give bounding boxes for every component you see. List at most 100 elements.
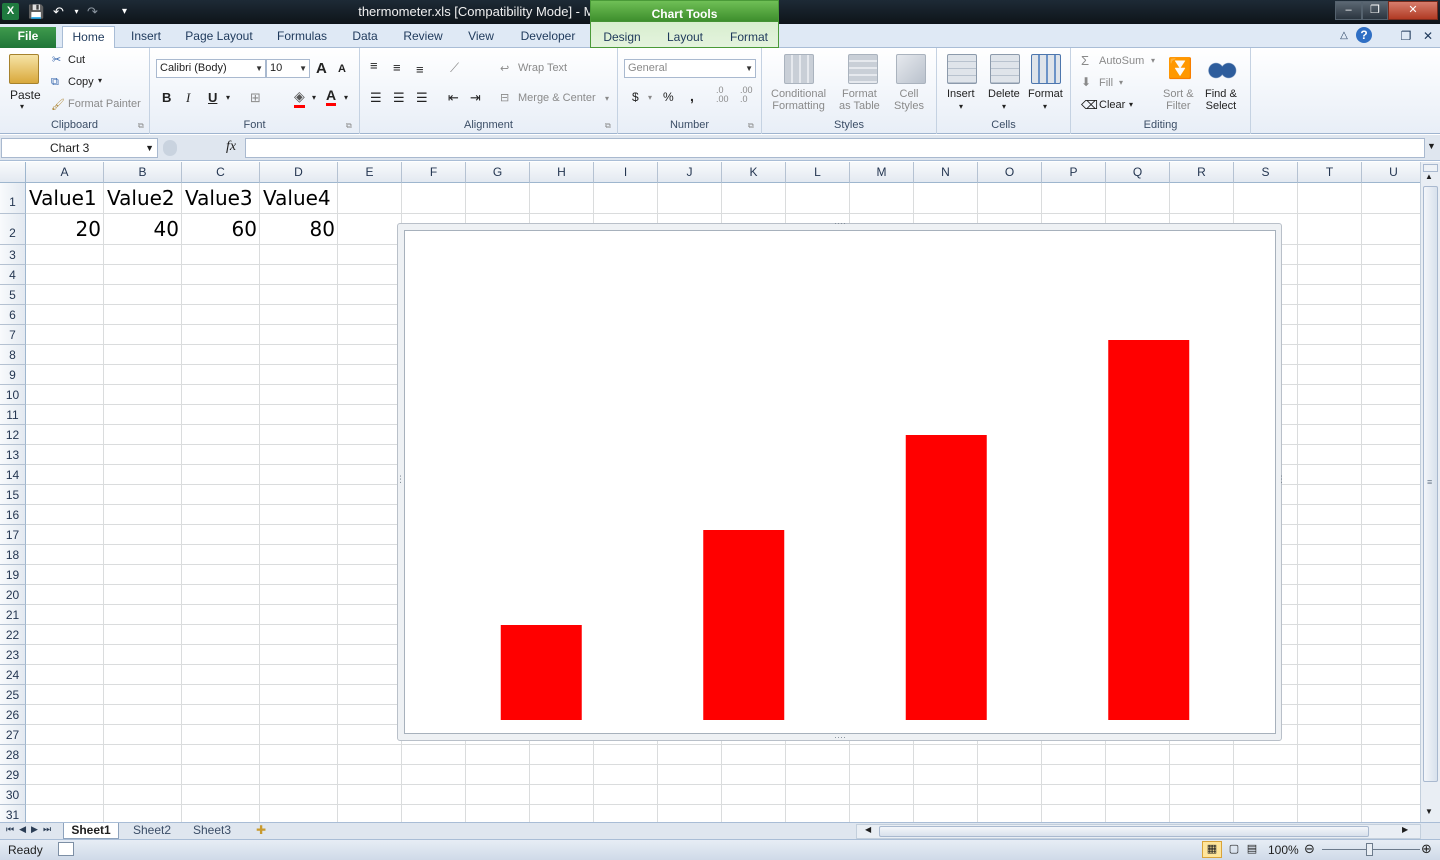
row-header-16[interactable]: 16 [0, 505, 26, 525]
row-header-23[interactable]: 23 [0, 645, 26, 665]
vertical-scroll-thumb[interactable]: ≡ [1423, 186, 1438, 782]
column-header-n[interactable]: N [914, 162, 978, 183]
row-header-6[interactable]: 6 [0, 305, 26, 325]
column-header-u[interactable]: U [1362, 162, 1420, 183]
sheet-tab-1[interactable]: Sheet1 [63, 823, 119, 839]
align-top-icon[interactable]: ≡ [370, 58, 378, 73]
column-header-g[interactable]: G [466, 162, 530, 183]
cell-styles-button[interactable]: Cell Styles [894, 88, 924, 112]
cell-c1[interactable]: Value3 [185, 186, 253, 210]
paste-dropdown-icon[interactable]: ▾ [20, 102, 24, 111]
chart-area[interactable] [404, 230, 1276, 734]
column-header-h[interactable]: H [530, 162, 594, 183]
close-button[interactable]: ✕ [1388, 1, 1438, 20]
chart-bar-value1[interactable] [500, 625, 582, 720]
insert-cells-icon[interactable] [947, 54, 977, 84]
conditional-formatting-icon[interactable] [784, 54, 814, 84]
scroll-down-icon[interactable]: ▼ [1425, 807, 1433, 816]
increase-indent-icon[interactable]: ⇥ [470, 90, 481, 106]
format-cells-button[interactable]: Format [1028, 88, 1063, 100]
number-format-dropdown-icon[interactable]: ▼ [745, 60, 753, 77]
normal-view-icon[interactable]: ▦ [1202, 841, 1222, 858]
row-header-27[interactable]: 27 [0, 725, 26, 745]
delete-cells-icon[interactable] [990, 54, 1020, 84]
delete-cells-button[interactable]: Delete [988, 88, 1020, 100]
sort-filter-button[interactable]: Sort & Filter [1163, 88, 1194, 112]
column-header-r[interactable]: R [1170, 162, 1234, 183]
zoom-out-icon[interactable]: ⊖ [1304, 841, 1315, 857]
font-size-dropdown-icon[interactable]: ▼ [299, 60, 307, 77]
autosum-button[interactable]: AutoSum [1099, 55, 1144, 67]
fill-dropdown-icon[interactable]: ▾ [1119, 78, 1123, 87]
cell-a1[interactable]: Value1 [29, 186, 97, 210]
row-header-28[interactable]: 28 [0, 745, 26, 765]
cell-b2[interactable]: 40 [105, 217, 179, 241]
shrink-font-button[interactable]: A [338, 63, 346, 75]
workbook-restore-icon[interactable]: ❐ [1398, 29, 1414, 48]
zoom-level[interactable]: 100% [1268, 843, 1299, 857]
name-box[interactable]: Chart 3 ▼ [1, 138, 158, 158]
font-color-icon[interactable]: A [326, 88, 337, 106]
macro-record-icon[interactable] [58, 842, 74, 856]
cell-c2[interactable]: 60 [183, 217, 257, 241]
copy-button[interactable]: Copy [68, 76, 94, 88]
scroll-up-icon[interactable]: ▲ [1425, 172, 1433, 181]
select-all-corner[interactable] [0, 162, 26, 183]
formula-input[interactable] [245, 138, 1425, 158]
delete-dropdown-icon[interactable]: ▾ [1002, 102, 1006, 111]
row-header-20[interactable]: 20 [0, 585, 26, 605]
merge-dropdown-icon[interactable]: ▾ [605, 94, 609, 103]
column-header-m[interactable]: M [850, 162, 914, 183]
chart-bar-value4[interactable] [1108, 340, 1190, 720]
chart-bar-value3[interactable] [905, 435, 987, 720]
column-header-j[interactable]: J [658, 162, 722, 183]
align-right-icon[interactable]: ☰ [416, 90, 428, 106]
column-header-e[interactable]: E [338, 162, 402, 183]
column-header-i[interactable]: I [594, 162, 658, 183]
sheet-tab-2[interactable]: Sheet2 [124, 823, 180, 839]
conditional-formatting-button[interactable]: Conditional Formatting [771, 88, 826, 112]
row-header-10[interactable]: 10 [0, 385, 26, 405]
column-header-k[interactable]: K [722, 162, 786, 183]
autosum-dropdown-icon[interactable]: ▾ [1151, 56, 1155, 65]
chart-bar-value2[interactable] [703, 530, 785, 720]
page-break-view-icon[interactable]: ▤ [1244, 842, 1260, 855]
orientation-icon[interactable]: ⟋ [450, 60, 459, 76]
sort-filter-icon[interactable]: ⏬ [1165, 54, 1195, 84]
tab-formulas[interactable]: Formulas [272, 29, 332, 48]
vertical-scrollbar[interactable]: ▲ ≡ ▼ [1420, 162, 1440, 822]
row-header-2[interactable]: 2 [0, 214, 26, 245]
expand-formula-bar-icon[interactable]: ▼ [1427, 141, 1436, 151]
align-left-icon[interactable]: ☰ [370, 90, 382, 106]
currency-dropdown-icon[interactable]: ▾ [648, 93, 652, 102]
row-header-1[interactable]: 1 [0, 183, 26, 214]
cut-button[interactable]: Cut [68, 54, 85, 66]
fill-color-icon[interactable]: ◈ [294, 88, 305, 108]
borders-icon[interactable]: ⊞ [250, 90, 261, 106]
minimize-button[interactable]: – [1335, 1, 1362, 20]
column-header-q[interactable]: Q [1106, 162, 1170, 183]
paste-icon[interactable] [9, 54, 39, 84]
percent-button[interactable]: % [663, 90, 674, 104]
split-box-icon[interactable] [1423, 164, 1438, 172]
tab-view[interactable]: View [460, 29, 502, 48]
formula-bar-handle-icon[interactable] [163, 140, 177, 156]
insert-cells-button[interactable]: Insert [947, 88, 975, 100]
font-size-combo[interactable]: 10 ▼ [266, 59, 310, 78]
sheet-tab-3[interactable]: Sheet3 [184, 823, 240, 839]
scroll-left-icon[interactable]: ◀ [865, 825, 871, 834]
copy-dropdown-icon[interactable]: ▾ [98, 76, 102, 85]
horizontal-scroll-thumb[interactable] [879, 826, 1369, 837]
chart-resize-handle-right[interactable]: ⋮ [1277, 474, 1286, 485]
number-launcher-icon[interactable]: ⧉ [748, 121, 754, 131]
row-header-29[interactable]: 29 [0, 765, 26, 785]
zoom-slider-thumb[interactable] [1366, 843, 1373, 856]
tab-format[interactable]: Format [725, 30, 773, 49]
row-header-21[interactable]: 21 [0, 605, 26, 625]
row-header-25[interactable]: 25 [0, 685, 26, 705]
workbook-close-icon[interactable]: ✕ [1420, 29, 1436, 48]
help-icon[interactable]: ? [1356, 27, 1372, 43]
find-select-button[interactable]: Find & Select [1205, 88, 1237, 112]
find-select-icon[interactable] [1207, 54, 1237, 84]
insert-dropdown-icon[interactable]: ▾ [959, 102, 963, 111]
